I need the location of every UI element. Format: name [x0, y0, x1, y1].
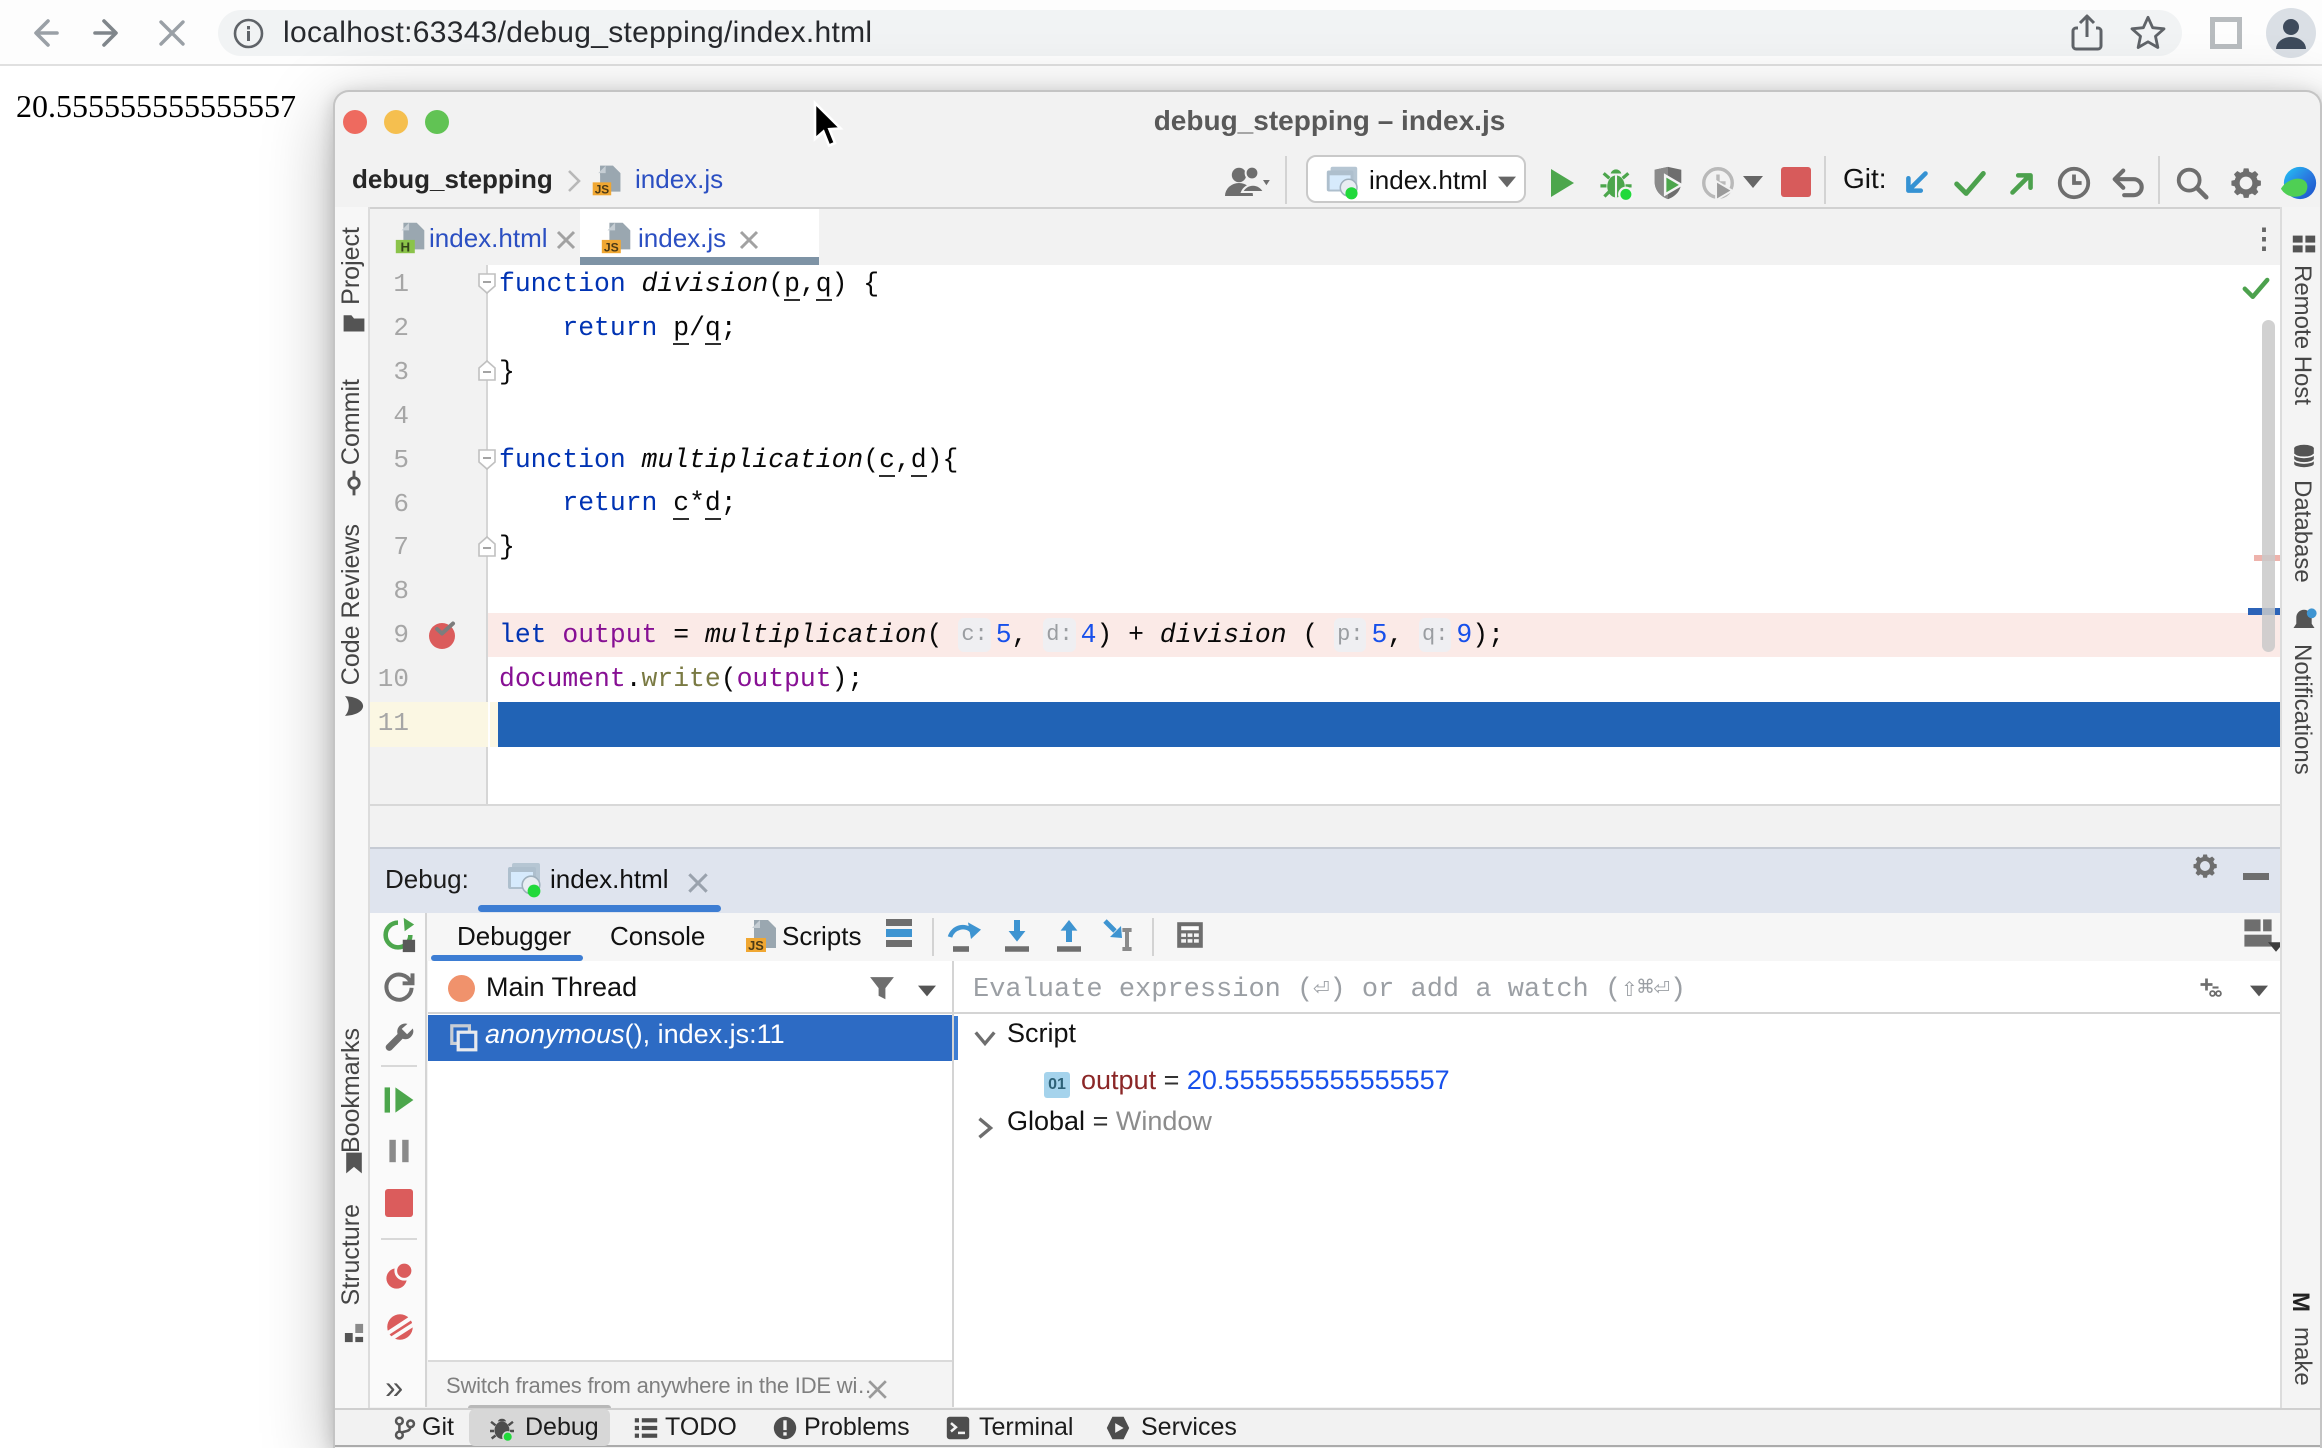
svg-text:JS: JS: [604, 240, 619, 254]
svg-text:H: H: [400, 239, 410, 254]
svg-text:JS: JS: [748, 938, 764, 953]
svg-text:JS: JS: [595, 182, 610, 196]
